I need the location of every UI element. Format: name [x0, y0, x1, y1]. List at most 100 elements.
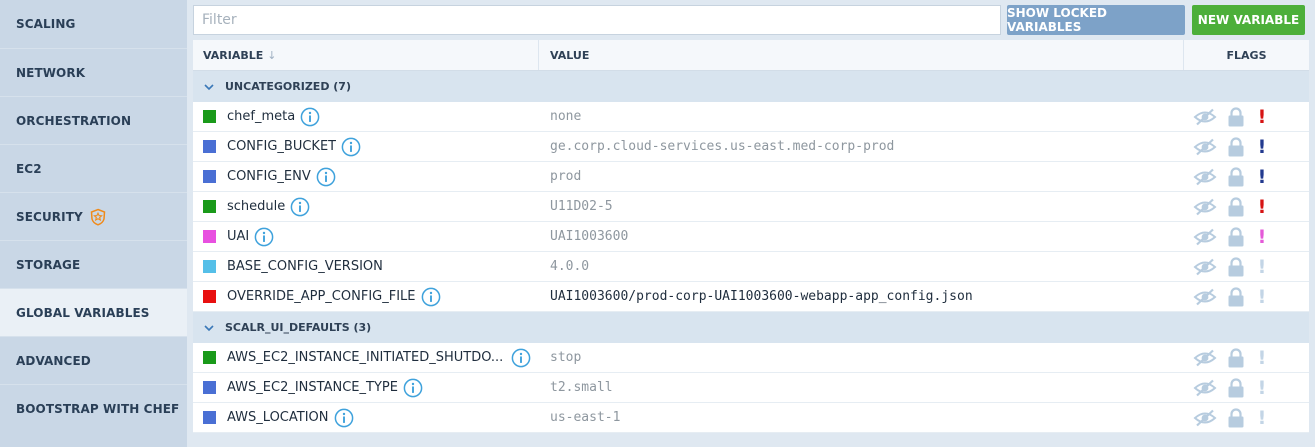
required-exclamation-icon[interactable]: !	[1255, 256, 1269, 278]
required-exclamation-icon[interactable]: !	[1255, 196, 1269, 218]
required-exclamation-icon[interactable]: !	[1255, 407, 1269, 429]
sidebar-item-ec2[interactable]: EC2	[0, 144, 187, 192]
required-exclamation-icon[interactable]: !	[1255, 136, 1269, 158]
lock-icon[interactable]	[1224, 256, 1248, 277]
lock-icon[interactable]	[1224, 226, 1248, 247]
required-exclamation-icon[interactable]: !	[1255, 166, 1269, 188]
hidden-eye-icon[interactable]	[1193, 107, 1217, 127]
table-row[interactable]: AWS_EC2_INSTANCE_INITIATED_SHUTDO... stop…	[193, 343, 1309, 373]
flags-cell: !	[1184, 196, 1309, 218]
variable-name: UAI	[227, 229, 250, 244]
table-row[interactable]: schedule U11D02-5!	[193, 192, 1309, 222]
variable-cell: schedule	[193, 197, 539, 217]
scope-color-swatch	[203, 140, 216, 153]
variable-value: us-east-1	[550, 410, 621, 425]
hidden-eye-icon[interactable]	[1193, 287, 1217, 307]
hidden-eye-icon[interactable]	[1193, 197, 1217, 217]
variable-value: UAI1003600	[550, 229, 629, 244]
scope-color-swatch	[203, 411, 216, 424]
variable-name: AWS_LOCATION	[227, 410, 329, 425]
required-exclamation-icon[interactable]: !	[1255, 226, 1269, 248]
filter-input[interactable]	[193, 5, 1001, 35]
hidden-eye-icon[interactable]	[1193, 348, 1217, 368]
flags-cell: !	[1184, 166, 1309, 188]
sidebar-item-network[interactable]: NETWORK	[0, 48, 187, 96]
sidebar-item-label: ADVANCED	[16, 353, 91, 368]
column-header-flags-label: FLAGS	[1226, 48, 1267, 62]
sidebar-item-storage[interactable]: STORAGE	[0, 240, 187, 288]
table-row[interactable]: AWS_EC2_INSTANCE_TYPE t2.small!	[193, 373, 1309, 403]
flags-cell: !	[1184, 407, 1309, 429]
grid-body: UNCATEGORIZED (7) chef_meta none! CONFIG_BU…	[193, 71, 1309, 433]
info-icon[interactable]	[300, 107, 320, 127]
scope-color-swatch	[203, 260, 216, 273]
scope-color-swatch	[203, 290, 216, 303]
scope-color-swatch	[203, 230, 216, 243]
table-row[interactable]: BASE_CONFIG_VERSION 4.0.0!	[193, 252, 1309, 282]
column-header-value[interactable]: VALUE	[539, 40, 1184, 70]
sidebar-item-scaling[interactable]: SCALING	[0, 0, 187, 48]
info-icon[interactable]	[254, 227, 274, 247]
info-icon[interactable]	[421, 287, 441, 307]
variable-cell: BASE_CONFIG_VERSION	[193, 259, 539, 274]
sidebar-item-bootstrap-with-chef[interactable]: BOOTSTRAP WITH CHEF	[0, 384, 187, 432]
table-row[interactable]: UAI UAI1003600!	[193, 222, 1309, 252]
column-header-value-label: VALUE	[550, 48, 590, 62]
scope-color-swatch	[203, 381, 216, 394]
variable-cell: AWS_EC2_INSTANCE_INITIATED_SHUTDO...	[193, 348, 539, 368]
lock-icon[interactable]	[1224, 166, 1248, 187]
lock-icon[interactable]	[1224, 136, 1248, 157]
show-locked-variables-button[interactable]: SHOW LOCKED VARIABLES	[1007, 5, 1185, 35]
info-icon[interactable]	[334, 408, 354, 428]
sidebar-item-advanced[interactable]: ADVANCED	[0, 336, 187, 384]
chevron-down-icon	[203, 322, 215, 334]
flags-cell: !	[1184, 256, 1309, 278]
table-row[interactable]: CONFIG_ENV prod!	[193, 162, 1309, 192]
flags-cell: !	[1184, 286, 1309, 308]
variable-value: 4.0.0	[550, 259, 590, 274]
variable-cell: AWS_EC2_INSTANCE_TYPE	[193, 378, 539, 398]
group-header[interactable]: SCALR_UI_DEFAULTS (3)	[193, 312, 1309, 343]
new-variable-button[interactable]: NEW VARIABLE	[1192, 5, 1305, 35]
group-title: SCALR_UI_DEFAULTS (3)	[225, 321, 372, 334]
lock-icon[interactable]	[1224, 196, 1248, 217]
table-row[interactable]: OVERRIDE_APP_CONFIG_FILE UAI1003600/prod-…	[193, 282, 1309, 312]
info-icon[interactable]	[341, 137, 361, 157]
required-exclamation-icon[interactable]: !	[1255, 106, 1269, 128]
sidebar-item-orchestration[interactable]: ORCHESTRATION	[0, 96, 187, 144]
hidden-eye-icon[interactable]	[1193, 137, 1217, 157]
info-icon[interactable]	[290, 197, 310, 217]
sidebar-item-global-variables[interactable]: GLOBAL VARIABLES	[0, 288, 187, 336]
table-row[interactable]: AWS_LOCATION us-east-1!	[193, 403, 1309, 433]
variable-value: t2.small	[550, 380, 613, 395]
info-icon[interactable]	[511, 348, 531, 368]
hidden-eye-icon[interactable]	[1193, 408, 1217, 428]
lock-icon[interactable]	[1224, 286, 1248, 307]
security-badge-icon	[89, 208, 107, 226]
lock-icon[interactable]	[1224, 106, 1248, 127]
flags-cell: !	[1184, 226, 1309, 248]
required-exclamation-icon[interactable]: !	[1255, 347, 1269, 369]
table-row[interactable]: CONFIG_BUCKET ge.corp.cloud-services.us-e…	[193, 132, 1309, 162]
hidden-eye-icon[interactable]	[1193, 257, 1217, 277]
info-icon[interactable]	[403, 378, 423, 398]
info-icon[interactable]	[316, 167, 336, 187]
variable-cell: chef_meta	[193, 107, 539, 127]
lock-icon[interactable]	[1224, 407, 1248, 428]
hidden-eye-icon[interactable]	[1193, 227, 1217, 247]
required-exclamation-icon[interactable]: !	[1255, 377, 1269, 399]
group-header[interactable]: UNCATEGORIZED (7)	[193, 71, 1309, 102]
flags-cell: !	[1184, 377, 1309, 399]
hidden-eye-icon[interactable]	[1193, 167, 1217, 187]
sidebar-item-security[interactable]: SECURITY	[0, 192, 187, 240]
variable-cell: CONFIG_BUCKET	[193, 137, 539, 157]
table-row[interactable]: chef_meta none!	[193, 102, 1309, 132]
lock-icon[interactable]	[1224, 377, 1248, 398]
required-exclamation-icon[interactable]: !	[1255, 286, 1269, 308]
lock-icon[interactable]	[1224, 347, 1248, 368]
flags-cell: !	[1184, 347, 1309, 369]
column-header-variable[interactable]: VARIABLE ↓	[193, 40, 539, 70]
hidden-eye-icon[interactable]	[1193, 378, 1217, 398]
variable-name: AWS_EC2_INSTANCE_TYPE	[227, 380, 398, 395]
sidebar-item-label: BOOTSTRAP WITH CHEF	[16, 401, 180, 416]
